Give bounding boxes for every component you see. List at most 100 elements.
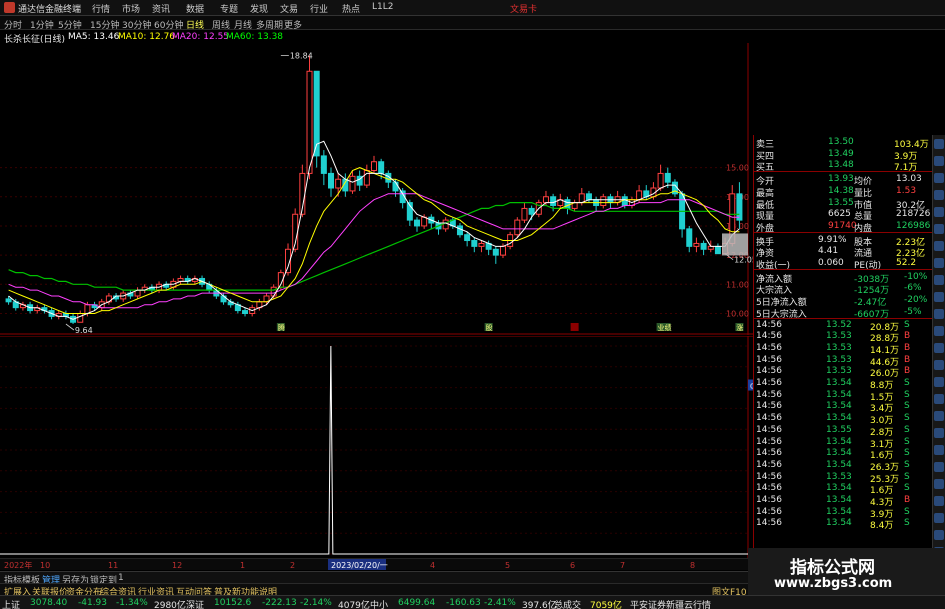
- candle-body: [471, 240, 478, 247]
- candle-body: [499, 245, 506, 256]
- x-tick-label: 2022年: [4, 560, 32, 570]
- side-tool-icon[interactable]: [934, 343, 944, 353]
- info-tabs: 扩展入 关联报价 资金分布 综合资讯 行业资讯 互动问答 普及新功能说明 图文F10: [0, 583, 748, 598]
- side-tool-icon[interactable]: [934, 241, 944, 251]
- menu-item[interactable]: 资讯: [152, 2, 170, 15]
- side-tool-icon[interactable]: [934, 173, 944, 183]
- side-tool-icon[interactable]: [934, 445, 944, 455]
- tick-price: 13.54: [826, 459, 852, 470]
- side-tool-icon[interactable]: [934, 496, 944, 506]
- side-tool-icon[interactable]: [934, 190, 944, 200]
- candle-body: [464, 234, 471, 242]
- tick-price: 13.52: [826, 319, 852, 330]
- candlestick-chart[interactable]: 15.0014.0013.0012.0011.0010.0018.849.641…: [0, 43, 753, 335]
- tick-time: 14:56: [756, 424, 782, 435]
- indicator-chart[interactable]: 1.000.900.800.700.600.500.400.300.200.10…: [0, 336, 753, 558]
- index-amount: 2980亿: [154, 601, 186, 609]
- menu-item[interactable]: 文易: [280, 2, 298, 15]
- side-tool-icon[interactable]: [934, 224, 944, 234]
- period-tab[interactable]: 15分钟: [90, 18, 119, 31]
- menu-item[interactable]: L1L2: [372, 2, 393, 12]
- side-toolbar[interactable]: [932, 135, 945, 585]
- tick-volume: 8.4万: [870, 521, 894, 532]
- tick-time: 14:56: [756, 448, 782, 459]
- candle-body: [700, 242, 707, 250]
- period-tab[interactable]: 周线: [212, 18, 230, 31]
- index-name[interactable]: 上证: [2, 598, 20, 609]
- stat-value: 52.2: [896, 258, 917, 268]
- candle-body: [84, 304, 91, 314]
- tick-time: 14:56: [756, 413, 782, 424]
- quote-row: 14:56 13.54 3.4万 S: [754, 401, 929, 414]
- side-tool-icon[interactable]: [934, 530, 944, 540]
- period-tab[interactable]: 月线: [234, 18, 252, 31]
- period-tab[interactable]: 多周期: [256, 18, 283, 31]
- side-tool-icon[interactable]: [934, 275, 944, 285]
- side-tool-icon[interactable]: [934, 411, 944, 421]
- indicator-tab[interactable]: 1: [118, 573, 124, 583]
- index-name[interactable]: 深证: [186, 598, 204, 609]
- index-name[interactable]: 中小: [370, 598, 388, 609]
- menu-item[interactable]: 数据: [186, 2, 204, 15]
- period-tab[interactable]: 分时: [4, 18, 22, 31]
- side-tool-icon[interactable]: [934, 428, 944, 438]
- tick-price: 13.54: [826, 401, 852, 412]
- quote-row: 14:56 13.54 4.3万 B: [754, 495, 929, 508]
- brand-label[interactable]: 文易卡: [510, 2, 537, 15]
- side-tool-icon[interactable]: [934, 139, 944, 149]
- side-tool-icon[interactable]: [934, 156, 944, 166]
- candle-body: [413, 219, 420, 227]
- tick-time: 14:56: [756, 483, 782, 494]
- x-tick-label: 11: [108, 561, 118, 570]
- menu-item[interactable]: 行业: [310, 2, 328, 15]
- side-tool-icon[interactable]: [934, 513, 944, 523]
- candle-body: [550, 196, 557, 207]
- tick-time: 14:56: [756, 459, 782, 470]
- tick-price: 13.53: [826, 354, 852, 365]
- candle-body: [714, 245, 721, 255]
- stat-value: 13.55: [828, 197, 854, 208]
- index-change: -222.13: [262, 598, 297, 608]
- x-tick-label: 8: [690, 561, 695, 570]
- menu-item[interactable]: 专题: [220, 2, 238, 15]
- period-tab[interactable]: 30分钟: [122, 18, 151, 31]
- side-tool-icon[interactable]: [934, 258, 944, 268]
- side-tool-icon[interactable]: [934, 462, 944, 472]
- side-tool-icon[interactable]: [934, 326, 944, 336]
- period-tab[interactable]: 60分钟: [154, 18, 183, 31]
- index-amount: 397.6亿: [522, 601, 557, 609]
- tick-price: 13.53: [826, 331, 852, 342]
- tick-side: S: [904, 471, 910, 482]
- menu-item[interactable]: 发现: [250, 2, 268, 15]
- menu-item[interactable]: 热点: [342, 2, 360, 15]
- candle-body: [392, 181, 399, 192]
- side-tool-icon[interactable]: [934, 377, 944, 387]
- menu-item[interactable]: 行情: [92, 2, 110, 15]
- menu-item[interactable]: 市场: [122, 2, 140, 15]
- candle-body: [478, 242, 485, 247]
- index-percent: -1.34%: [116, 598, 148, 608]
- period-tab[interactable]: 5分钟: [58, 18, 82, 31]
- period-tab[interactable]: 1分钟: [30, 18, 54, 31]
- side-tool-icon[interactable]: [934, 309, 944, 319]
- side-tool-icon[interactable]: [934, 394, 944, 404]
- side-tool-icon[interactable]: [934, 360, 944, 370]
- side-tool-icon[interactable]: [934, 292, 944, 302]
- broker-label: 平安证券新疆云行情: [630, 601, 712, 609]
- side-tool-icon[interactable]: [934, 479, 944, 489]
- tick-time: 14:56: [756, 495, 782, 505]
- period-tab[interactable]: 日线: [186, 18, 204, 31]
- quote-row: 14:56 13.53 28.8万 B: [754, 331, 929, 344]
- candle-body: [636, 190, 643, 201]
- y-tick-label: 11.00: [726, 280, 749, 289]
- candle-body: [600, 196, 607, 207]
- tick-side: B: [904, 366, 911, 377]
- quote-row: 14:56 13.54 1.6万 S: [754, 448, 929, 461]
- watermark-url: www.zbgs3.com: [774, 576, 893, 591]
- tick-side: B: [904, 331, 911, 342]
- tick-price: 13.54: [826, 436, 852, 447]
- side-tool-icon[interactable]: [934, 207, 944, 217]
- period-tab[interactable]: 更多: [284, 18, 302, 31]
- quote-row: 净资 4.41 流通 2.23亿: [754, 246, 929, 259]
- index-price: 3078.40: [30, 598, 68, 608]
